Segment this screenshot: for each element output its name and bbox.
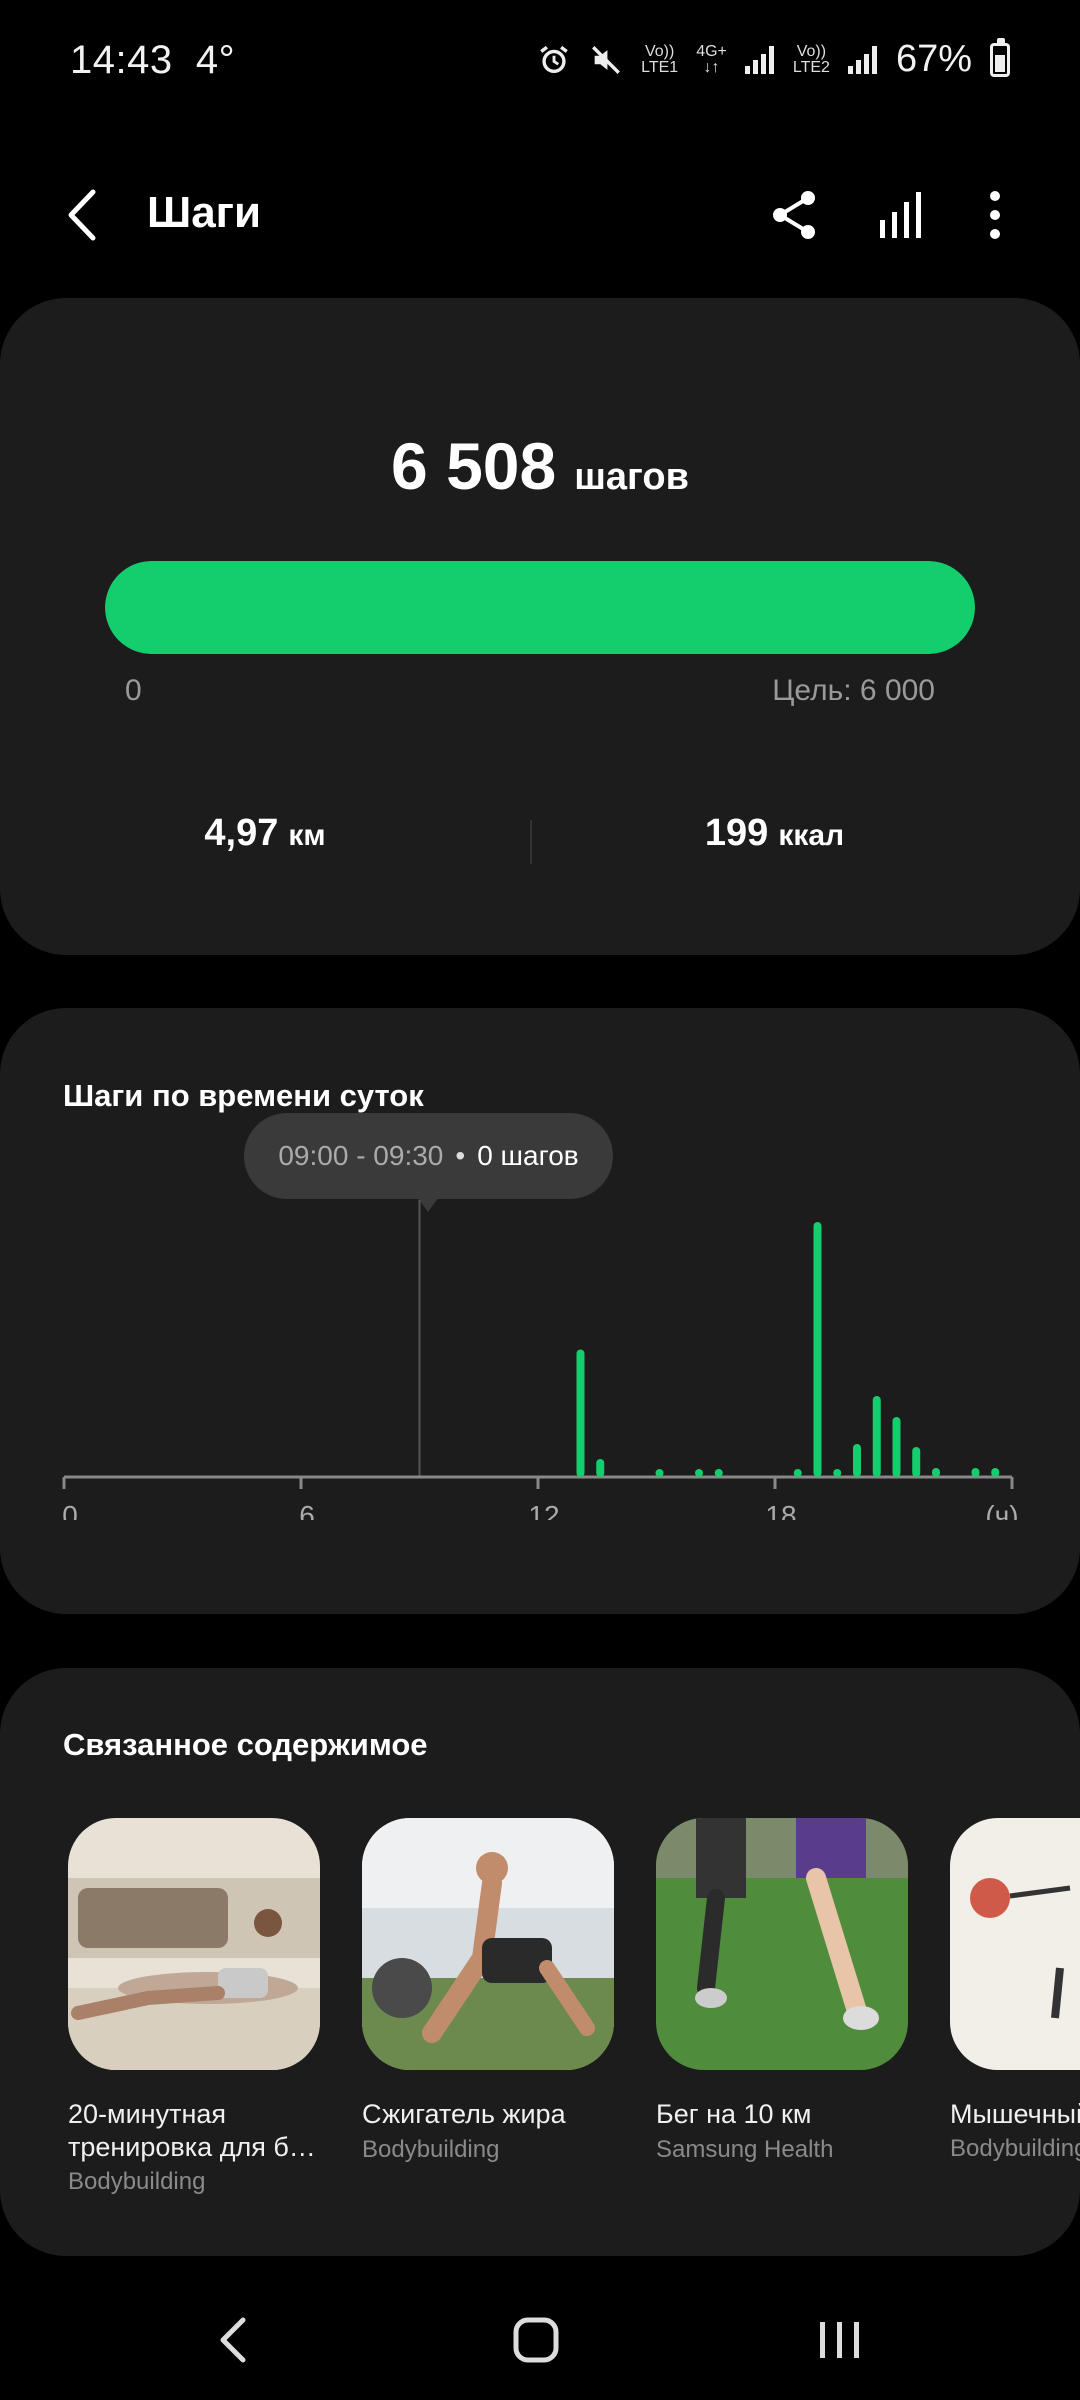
related-title: Связанное содержимое: [63, 1727, 428, 1762]
steps-bar: [576, 1349, 585, 1477]
steps-bar: [833, 1469, 842, 1477]
steps-bar: [813, 1222, 822, 1477]
steps-bar: [912, 1447, 921, 1477]
battery-percent: 67%: [895, 38, 972, 80]
workout-thumbnail-2[interactable]: [362, 1818, 614, 2070]
tooltip-time: 09:00 - 09:30: [278, 1140, 444, 1171]
workout-title-3[interactable]: Бег на 10 км: [656, 2098, 916, 2131]
workout-thumbnail-3[interactable]: [656, 1818, 908, 2070]
steps-bar: [695, 1469, 703, 1477]
tooltip-value: 0 шагов: [477, 1140, 579, 1171]
status-time: 14:43 4°: [70, 38, 236, 82]
page-title: Шаги: [147, 188, 262, 237]
more-options-icon[interactable]: [960, 180, 1030, 250]
network-4g-icon: 4G+ ↓↑: [696, 42, 727, 76]
steps-count: 6 508 шагов: [0, 428, 1080, 504]
steps-progress-bar: [105, 561, 975, 654]
calories-stat: 199 ккал: [704, 812, 845, 854]
distance-stat: 4,97 км: [204, 812, 326, 854]
battery-icon: [990, 37, 1010, 77]
steps-bar: [892, 1417, 901, 1477]
nav-home-icon[interactable]: [496, 2305, 576, 2375]
signal-1-icon: [744, 45, 775, 74]
progress-goal-label: Цель: 6 000: [772, 674, 935, 707]
steps-bar: [853, 1444, 861, 1477]
steps-bar: [932, 1468, 940, 1477]
workout-source-4: Bodybuilding: [950, 2135, 1080, 2162]
steps-value: 6 508: [391, 429, 557, 503]
steps-bar: [793, 1469, 802, 1477]
workout-source-2: Bodybuilding: [362, 2136, 500, 2163]
signal-2-icon: [847, 45, 878, 74]
x-tick-label: 0: [62, 1500, 78, 1520]
volte-lte1-icon: Vo)) LTE1: [641, 42, 679, 76]
x-tick-label: 12: [528, 1500, 559, 1520]
steps-chart[interactable]: 0 6 12 18 (ч): [0, 1180, 1080, 1520]
steps-unit: шагов: [574, 456, 689, 498]
workout-title-2[interactable]: Сжигатель жира: [362, 2098, 622, 2131]
back-arrow-icon[interactable]: [55, 180, 115, 250]
x-tick-label: 6: [299, 1500, 315, 1520]
trends-chart-icon[interactable]: [866, 180, 936, 250]
nav-recents-icon[interactable]: [800, 2305, 880, 2375]
share-icon[interactable]: [760, 180, 830, 250]
steps-progress-fill: [105, 561, 975, 654]
x-tick-label: (ч): [985, 1500, 1018, 1520]
workout-thumbnail-4[interactable]: [950, 1818, 1080, 2070]
workout-source-1: Bodybuilding: [68, 2168, 206, 2195]
alarm-icon: [540, 45, 568, 73]
progress-min-label: 0: [125, 674, 142, 707]
chart-title: Шаги по времени суток: [63, 1078, 424, 1113]
volte-lte2-icon: Vo)) LTE2: [792, 42, 830, 76]
workout-item-4-text: Мышечный за 7 дней Bodybuilding: [950, 2098, 1080, 2163]
workout-title-4[interactable]: Мышечный за 7 дней: [950, 2098, 1080, 2131]
x-tick-label: 18: [765, 1500, 796, 1520]
steps-bar: [714, 1469, 723, 1477]
steps-bar: [655, 1469, 664, 1477]
workout-source-3: Samsung Health: [656, 2136, 834, 2163]
mute-icon: [592, 45, 621, 74]
status-icons: Vo)) LTE1 4G+ ↓↑ Vo)) LTE2 67%: [537, 37, 1010, 81]
steps-bar: [991, 1468, 1000, 1477]
status-temperature: 4°: [195, 38, 236, 82]
steps-bar: [872, 1396, 881, 1477]
workout-thumbnail-1[interactable]: [68, 1818, 320, 2070]
nav-back-icon[interactable]: [195, 2305, 275, 2375]
steps-bar: [596, 1459, 605, 1477]
workout-title-1[interactable]: 20-минутная тренировка для б…: [68, 2098, 328, 2164]
steps-bar: [971, 1468, 980, 1477]
